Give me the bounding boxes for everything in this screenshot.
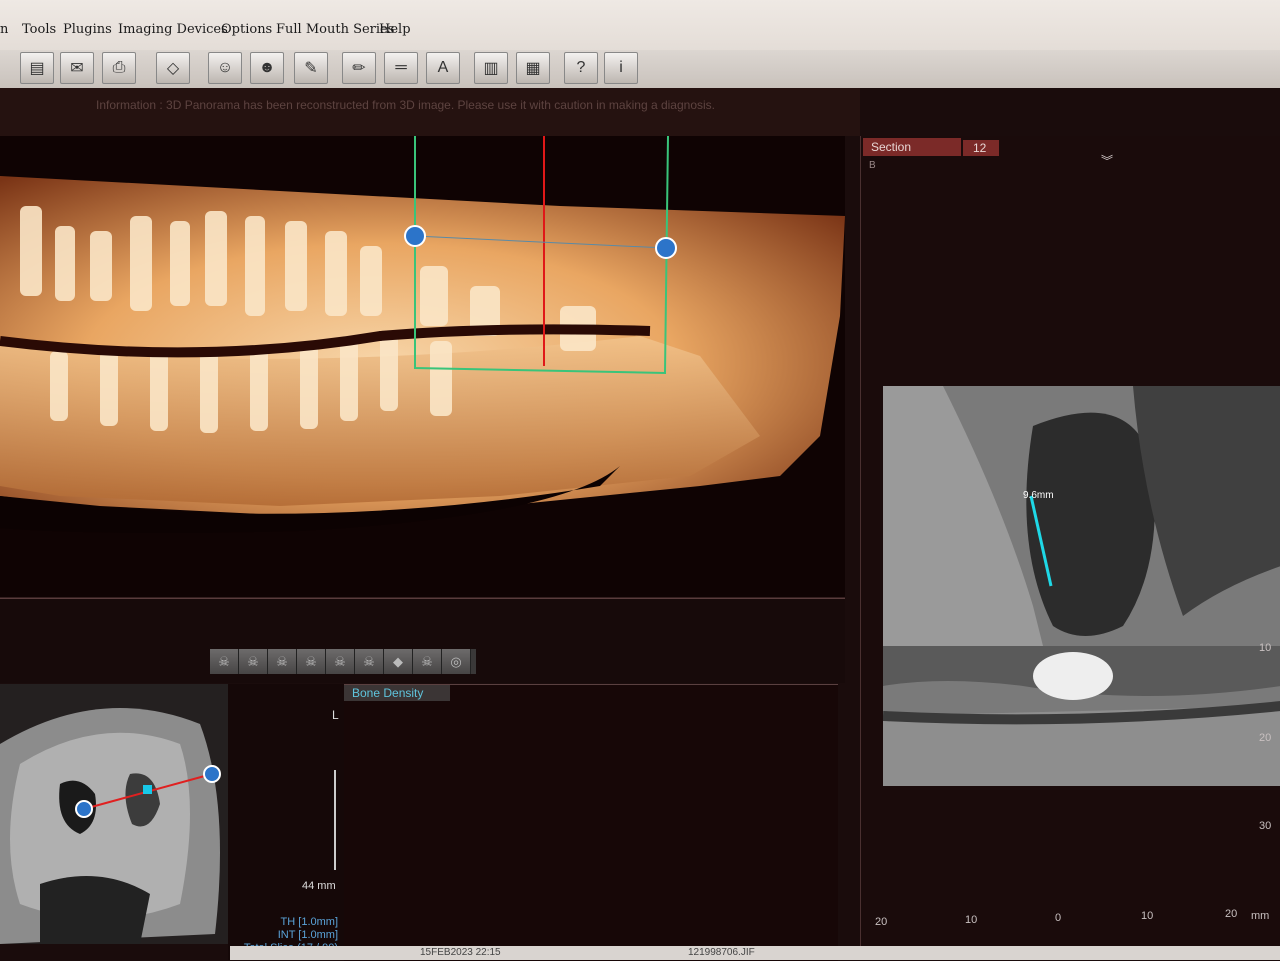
page-icon[interactable]: ▤ [20, 52, 54, 84]
slice-orientation: L [332, 708, 339, 722]
slice-length: 44 mm [302, 880, 336, 892]
axial-view[interactable] [0, 684, 228, 944]
section-ct-image[interactable]: 9.6mm [883, 386, 1280, 786]
status-file: 121998706.JIF [688, 947, 755, 958]
pencil-icon[interactable]: ✏ [342, 52, 376, 84]
menu-item-imaging-devices[interactable]: Imaging Devices [118, 22, 228, 37]
menu-item-help[interactable]: Help [379, 22, 411, 37]
info-bar: Information : 3D Panorama has been recon… [0, 88, 860, 136]
scale-x-label: 0 [1055, 912, 1062, 924]
scale-y-label: 20 [1259, 732, 1272, 744]
panorama-image [0, 136, 845, 598]
bone-density-panel: Bone Density [344, 684, 838, 961]
scale-x-label: 20 [875, 916, 888, 928]
section-tab[interactable]: Section [863, 138, 961, 156]
menu-item-plugins[interactable]: Plugins [63, 22, 112, 37]
scale-unit: mm [1251, 910, 1270, 922]
skull-view-icon[interactable]: ☠ [297, 649, 326, 674]
section-panel: Section 12 B ︾ 9.6mm 20 10 0 10 20 mm 10… [860, 136, 1280, 960]
menu-bar: n Tools Plugins Imaging Devices Options … [0, 0, 1280, 50]
status-date: 15FEB2023 22:15 [420, 947, 501, 958]
pen-icon[interactable]: ✎ [294, 52, 328, 84]
section-number: 12 [963, 140, 999, 156]
scale-x-label: 10 [1141, 910, 1154, 922]
face-icon[interactable]: ☻ [250, 52, 284, 84]
scale-y-label: 10 [1259, 642, 1272, 654]
menu-item-full-mouth-series[interactable]: Full Mouth Series [276, 22, 394, 37]
skull-view-icon[interactable]: ☠ [413, 649, 442, 674]
mail-icon[interactable]: ✉ [60, 52, 94, 84]
menu-item-tools[interactable]: Tools [22, 22, 56, 37]
skull-view-icon[interactable]: ☠ [239, 649, 268, 674]
ruler-icon[interactable]: ═ [384, 52, 418, 84]
panorama-view[interactable] [0, 136, 845, 598]
slice-info-panel: L 44 mm TH [1.0mm] INT [1.0mm] Total Sli… [228, 684, 345, 960]
slice-interval: INT [1.0mm] [277, 929, 338, 941]
text-icon[interactable]: A [426, 52, 460, 84]
info-message: Information : 3D Panorama has been recon… [96, 98, 715, 112]
view-mode-strip: ☠ ☠ ☠ ☠ ☠ ☠ ◆ ☠ ◎ [0, 598, 845, 683]
view-mode-bar: ☠ ☠ ☠ ☠ ☠ ☠ ◆ ☠ ◎ [210, 649, 476, 674]
printer-icon[interactable]: ⎙ [102, 52, 136, 84]
menu-item-options[interactable]: Options [221, 22, 272, 37]
section-orientation: B [869, 160, 876, 171]
skull-view-icon[interactable]: ☠ [326, 649, 355, 674]
help-icon[interactable]: ? [564, 52, 598, 84]
skull-view-icon[interactable]: ☠ [355, 649, 384, 674]
scale-x-label: 20 [1225, 908, 1238, 920]
bone-density-tab[interactable]: Bone Density [344, 685, 450, 701]
reset-view-icon[interactable]: ◎ [442, 649, 471, 674]
grid-icon[interactable]: ▦ [516, 52, 550, 84]
scale-x-label: 10 [965, 914, 978, 926]
tooth-view-icon[interactable]: ◆ [384, 649, 413, 674]
skull-view-icon[interactable]: ☠ [210, 649, 239, 674]
info-icon[interactable]: i [604, 52, 638, 84]
scale-y-label: 30 [1259, 820, 1272, 832]
toolbar: ▤ ✉ ⎙ ◇ ☺ ☻ ✎ ✏ ═ A ▥ ▦ ? i [0, 50, 1280, 88]
tray-icon[interactable]: ◇ [156, 52, 190, 84]
layout-icon[interactable]: ▥ [474, 52, 508, 84]
status-bar: 15FEB2023 22:15 121998706.JIF [230, 946, 1280, 960]
chevron-down-icon[interactable]: ︾ [1101, 152, 1113, 169]
menu-item-file[interactable]: n [0, 22, 8, 37]
slice-thickness: TH [1.0mm] [280, 916, 338, 928]
patient-icon[interactable]: ☺ [208, 52, 242, 84]
slice-slider[interactable] [334, 770, 336, 870]
measurement-label: 9.6mm [1023, 490, 1054, 501]
skull-view-icon[interactable]: ☠ [268, 649, 297, 674]
